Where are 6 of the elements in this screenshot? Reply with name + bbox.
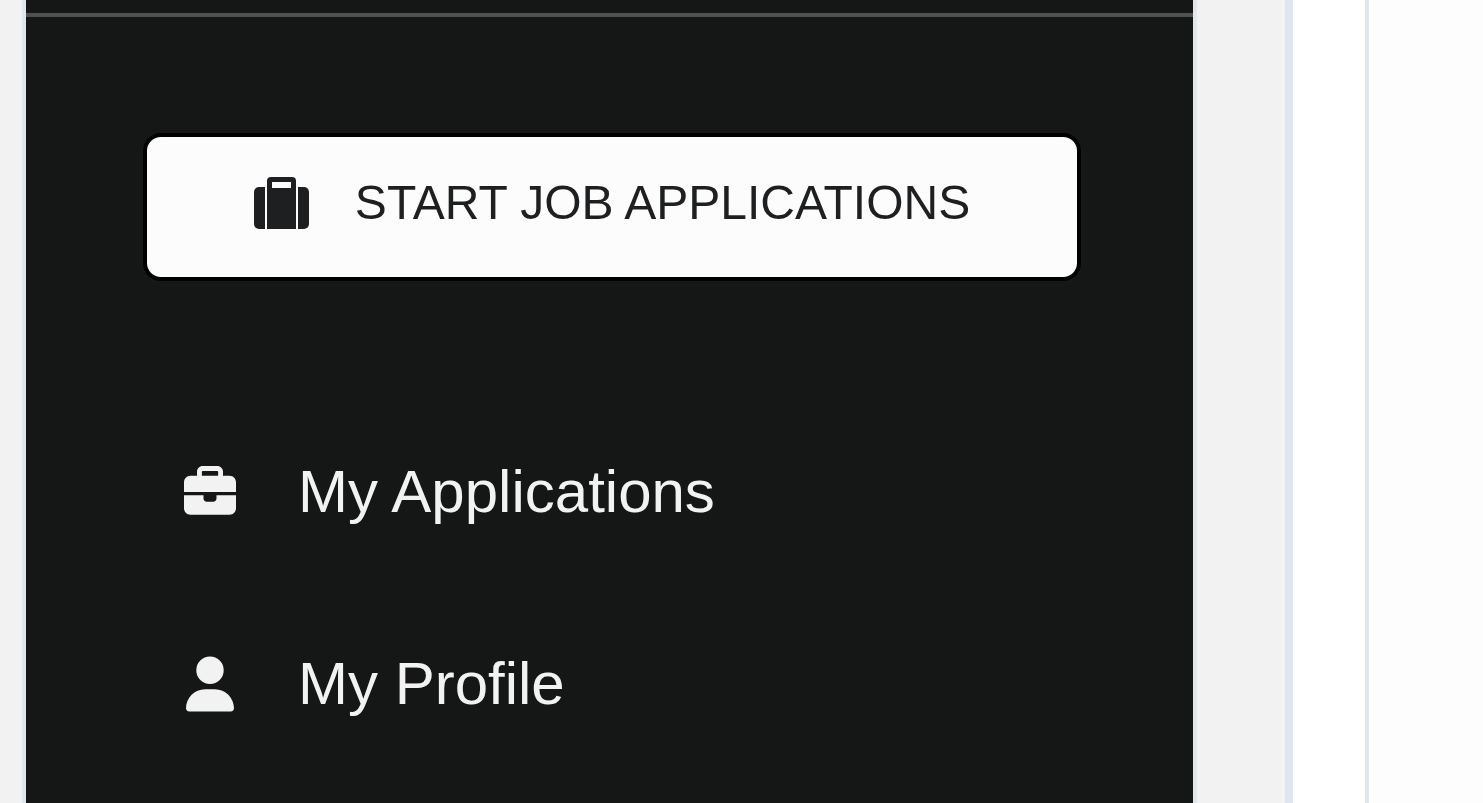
suitcase-icon <box>253 177 310 229</box>
nav-link[interactable]: My Profile <box>182 644 565 724</box>
start-applications-button[interactable]: START JOB APPLICATIONS <box>143 133 1081 281</box>
person-icon <box>186 656 234 712</box>
briefcase-icon <box>182 466 238 518</box>
nav-link[interactable]: My Applications <box>182 452 715 532</box>
